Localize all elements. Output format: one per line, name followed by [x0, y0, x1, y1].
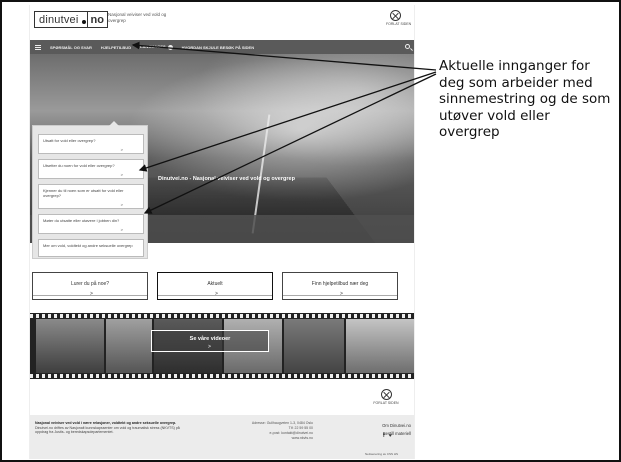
side-menu-item-label: Møter du utsatte eller utøvere i jobben … [43, 218, 120, 223]
logo-text-tld: no [86, 12, 107, 27]
news-button[interactable]: Aktuelt > [157, 272, 273, 300]
video-still [282, 319, 344, 373]
logo-text-main: dinutvei [39, 13, 79, 26]
side-menu-item-label: Utsatt for vold eller overgrep? [43, 138, 96, 143]
videos-button-label: Se våre videoer [189, 336, 231, 342]
video-still [104, 319, 152, 373]
arrow-right-icon: > [208, 344, 211, 350]
videos-button[interactable]: Se våre videoer > [151, 330, 269, 352]
side-menu: Utsatt for vold eller overgrep? > Utsett… [32, 121, 148, 259]
arrow-right-icon: > [120, 227, 123, 232]
footer-about-body: Dinutvei.no driftes av Nasjonalt kunnska… [35, 425, 180, 435]
site-footer: Nasjonal veiviser ved vold i nære relasj… [30, 415, 414, 459]
social-links: f ♥ [383, 433, 392, 439]
questions-button-label: Lurer du på noe? [70, 281, 110, 287]
footer-links: Om Dinutvei.no Bestill materiell [353, 422, 411, 438]
twitter-icon[interactable]: ♥ [389, 433, 392, 439]
nav-item-help-services[interactable]: HJELPETILBUD [101, 45, 131, 50]
footer-url[interactable]: www.nkvts.no [233, 436, 313, 441]
side-menu-item-label: Utsetter du noen for vold eller overgrep… [43, 163, 115, 168]
side-menu-item-label: Mer om vold, voldtekt og andre seksuelle… [43, 243, 133, 248]
site-header: dinutvei no Nasjonal veiviser ved vold o… [30, 5, 414, 34]
side-menu-item-know-someone[interactable]: Kjenner du til noen som er utsatt for vo… [38, 184, 144, 209]
webpage: dinutvei no Nasjonal veiviser ved vold o… [29, 5, 415, 459]
video-still [344, 319, 414, 373]
site-logo[interactable]: dinutvei no [34, 11, 108, 28]
nav-languages-label: LANGUAGES [140, 44, 166, 50]
close-icon [380, 389, 392, 400]
news-button-label: Aktuelt [207, 281, 223, 287]
hero-banner-text: Dinutvei.no - Nasjonal veiviser ved vold… [158, 176, 295, 182]
nav-item-questions[interactable]: SPØRSMÅL OG SVAR [50, 45, 92, 50]
footer-about: Nasjonal veiviser ved vold i nære relasj… [35, 421, 185, 435]
arrow-right-icon: > [90, 291, 93, 297]
globe-icon [167, 44, 173, 50]
footer-about-title: Nasjonal veiviser ved vold i nære relasj… [35, 421, 177, 425]
annotation-text: Aktuelle innganger for deg som arbeider … [439, 58, 611, 140]
search-icon[interactable] [405, 44, 410, 49]
footer-contact: Adresse: Gullhaugveien 1-3, 0484 Oslo Tl… [233, 421, 313, 441]
footer-link-about[interactable]: Om Dinutvei.no [353, 422, 411, 430]
nav-item-hide-visit[interactable]: HVORDAN SKJULE BESØK PÅ SIDEN [182, 45, 254, 50]
logo-dot [81, 20, 86, 24]
video-still [34, 319, 104, 373]
quit-site-button[interactable]: FORLAT SIDEN [386, 10, 412, 26]
arrow-right-icon: > [215, 291, 218, 297]
arrow-right-icon: > [340, 291, 343, 297]
film-holes-bottom [30, 374, 414, 378]
nav-item-languages[interactable]: LANGUAGES [140, 44, 173, 50]
footer-credit: Nettsenering av CSS HS [365, 452, 399, 456]
quit-label: FORLAT SIDEN [373, 401, 399, 405]
side-menu-item-at-work[interactable]: Møter du utsatte eller utøvere i jobben … [38, 214, 144, 234]
arrow-right-icon: > [120, 202, 123, 207]
footer-link-order[interactable]: Bestill materiell [353, 430, 411, 438]
site-tagline: Nasjonal veiviser ved vold og overgrep [108, 12, 167, 23]
questions-button[interactable]: Lurer du på noe? > [32, 272, 148, 300]
side-menu-item-victim[interactable]: Utsatt for vold eller overgrep? > [38, 134, 144, 154]
arrow-right-icon: > [120, 147, 123, 152]
film-holes-top [30, 314, 414, 318]
side-menu-item-perpetrator[interactable]: Utsetter du noen for vold eller overgrep… [38, 159, 144, 179]
arrow-right-icon: > [120, 172, 123, 177]
menu-icon[interactable] [35, 44, 41, 50]
find-help-button-label: Finn hjelpetilbud nær deg [311, 281, 369, 287]
main-nav: SPØRSMÅL OG SVAR HJELPETILBUD LANGUAGES … [30, 40, 414, 54]
quit-site-button-bottom[interactable]: FORLAT SIDEN [371, 389, 401, 405]
quit-label: FORLAT SIDEN [386, 22, 412, 26]
close-icon [389, 10, 401, 21]
find-help-button[interactable]: Finn hjelpetilbud nær deg > [282, 272, 398, 300]
facebook-icon[interactable]: f [383, 433, 385, 439]
side-menu-item-more-info[interactable]: Mer om vold, voldtekt og andre seksuelle… [38, 239, 144, 257]
side-menu-item-label: Kjenner du til noen som er utsatt for vo… [43, 188, 124, 198]
